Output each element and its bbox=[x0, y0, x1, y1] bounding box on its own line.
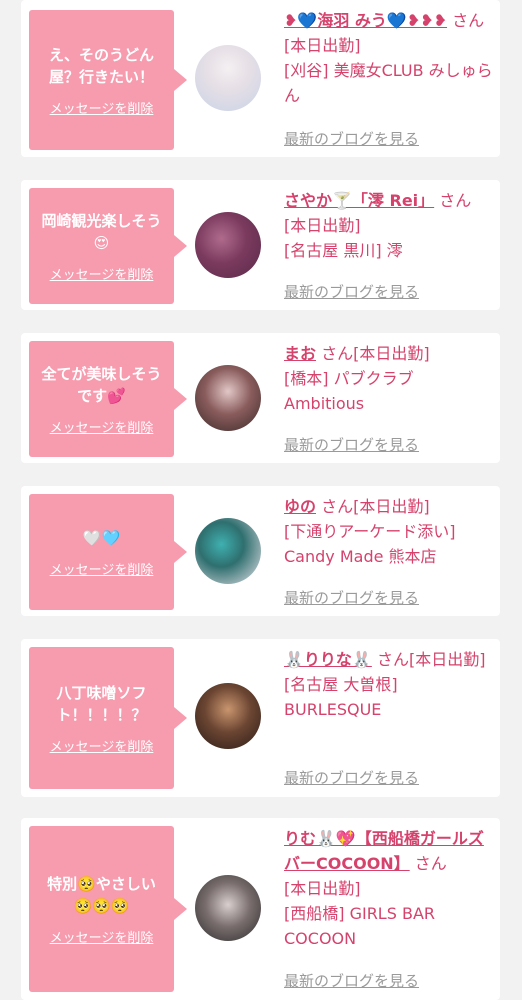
message-bubble: え、そのうどん屋？行きたい！ メッセージを削除 bbox=[29, 10, 187, 150]
list-item: え、そのうどん屋？行きたい！ メッセージを削除 ❥💙海羽 みう💙❥❥❥ さん [… bbox=[21, 0, 500, 157]
latest-blog-link[interactable]: 最新のブログを見る bbox=[284, 434, 419, 455]
work-status: [本日出勤] bbox=[284, 879, 361, 898]
avatar[interactable] bbox=[195, 875, 261, 941]
message-bubble: 岡崎観光楽しそう😍 メッセージを削除 bbox=[29, 188, 187, 304]
message-text: え、そのうどん屋？行きたい！ bbox=[48, 45, 154, 86]
delete-message-link[interactable]: メッセージを削除 bbox=[50, 736, 154, 755]
list-item: 全てが美味しそうです💕 メッセージを削除 まお さん[本日出勤] [橋本] パブ… bbox=[21, 333, 500, 463]
cast-info: まお さん[本日出勤] [橋本] パブクラブ Ambitious bbox=[284, 341, 496, 416]
cast-name-link[interactable]: まお bbox=[284, 344, 316, 363]
delete-message-link[interactable]: メッセージを削除 bbox=[50, 559, 154, 578]
cast-name-link[interactable]: ❥💙海羽 みう💙❥❥❥ bbox=[284, 11, 447, 30]
cast-info: りむ🐰💖【西船橋ガールズバーCOCOON】 さん [本日出勤] [西船橋] GI… bbox=[284, 826, 496, 951]
message-text: 岡崎観光楽しそう😍 bbox=[41, 211, 162, 252]
cast-name-link[interactable]: りむ🐰💖【西船橋ガールズバーCOCOON】 bbox=[284, 829, 484, 873]
latest-blog-link[interactable]: 最新のブログを見る bbox=[284, 767, 419, 788]
work-status: [本日出勤] bbox=[408, 650, 486, 669]
cast-info: ❥💙海羽 みう💙❥❥❥ さん [本日出勤] [刈谷] 美魔女CLUB みしゅらん bbox=[284, 8, 496, 108]
cast-name-link[interactable]: ゆの bbox=[284, 497, 316, 516]
cast-name-link[interactable]: さやか🍸「澪 Rei」 bbox=[284, 191, 434, 210]
latest-blog-link[interactable]: 最新のブログを見る bbox=[284, 970, 419, 991]
work-status: [本日出勤] bbox=[353, 344, 430, 363]
list-item: 特別🥺やさしい🥺🥺🥺 メッセージを削除 りむ🐰💖【西船橋ガールズバーCOCOON… bbox=[21, 818, 500, 1000]
cast-info: ゆの さん[本日出勤] [下通りアーケード添い] Candy Made 熊本店 bbox=[284, 494, 496, 569]
avatar[interactable] bbox=[195, 45, 261, 111]
list-item: 🤍🩵 メッセージを削除 ゆの さん[本日出勤] [下通りアーケード添い] Can… bbox=[21, 486, 500, 616]
avatar[interactable] bbox=[195, 518, 261, 584]
delete-message-link[interactable]: メッセージを削除 bbox=[50, 264, 154, 283]
avatar[interactable] bbox=[195, 365, 261, 431]
shop-name: [橋本] パブクラブ Ambitious bbox=[284, 369, 414, 413]
work-status: [本日出勤] bbox=[284, 216, 361, 235]
honorific: さん bbox=[414, 854, 447, 873]
message-bubble: 八丁味噌ソフト！！！！？ メッセージを削除 bbox=[29, 647, 187, 789]
work-status: [本日出勤] bbox=[353, 497, 430, 516]
message-text: 🤍🩵 bbox=[82, 528, 121, 547]
cast-name-link[interactable]: 🐰りりな🐰 bbox=[284, 650, 372, 669]
honorific: さん bbox=[376, 650, 409, 669]
honorific: さん bbox=[321, 344, 354, 363]
shop-name: [西船橋] GIRLS BAR COCOON bbox=[284, 904, 436, 948]
delete-message-link[interactable]: メッセージを削除 bbox=[50, 98, 154, 117]
honorific: さん bbox=[439, 191, 472, 210]
delete-message-link[interactable]: メッセージを削除 bbox=[50, 927, 154, 946]
message-text: 特別🥺やさしい🥺🥺🥺 bbox=[47, 874, 156, 915]
message-bubble: 🤍🩵 メッセージを削除 bbox=[29, 494, 187, 610]
work-status: [本日出勤] bbox=[284, 36, 361, 55]
latest-blog-link[interactable]: 最新のブログを見る bbox=[284, 281, 419, 302]
message-text: 八丁味噌ソフト！！！！？ bbox=[56, 683, 147, 724]
message-text: 全てが美味しそうです💕 bbox=[41, 364, 162, 405]
list-item: 岡崎観光楽しそう😍 メッセージを削除 さやか🍸「澪 Rei」 さん [本日出勤]… bbox=[21, 180, 500, 310]
avatar[interactable] bbox=[195, 683, 261, 749]
delete-message-link[interactable]: メッセージを削除 bbox=[50, 417, 154, 436]
shop-name: [刈谷] 美魔女CLUB みしゅらん bbox=[284, 61, 493, 105]
list-item: 八丁味噌ソフト！！！！？ メッセージを削除 🐰りりな🐰 さん[本日出勤] [名古… bbox=[21, 639, 500, 797]
shop-name: [名古屋 黒川] 澪 bbox=[284, 241, 403, 260]
latest-blog-link[interactable]: 最新のブログを見る bbox=[284, 587, 419, 608]
message-bubble: 特別🥺やさしい🥺🥺🥺 メッセージを削除 bbox=[29, 826, 187, 992]
avatar[interactable] bbox=[195, 212, 261, 278]
honorific: さん bbox=[452, 11, 485, 30]
latest-blog-link[interactable]: 最新のブログを見る bbox=[284, 128, 419, 149]
shop-name: [下通りアーケード添い] Candy Made 熊本店 bbox=[284, 522, 456, 566]
honorific: さん bbox=[321, 497, 354, 516]
cast-info: 🐰りりな🐰 さん[本日出勤] [名古屋 大曽根] BURLESQUE bbox=[284, 647, 496, 722]
message-bubble: 全てが美味しそうです💕 メッセージを削除 bbox=[29, 341, 187, 457]
shop-name: [名古屋 大曽根] BURLESQUE bbox=[284, 675, 398, 719]
cast-info: さやか🍸「澪 Rei」 さん [本日出勤] [名古屋 黒川] 澪 bbox=[284, 188, 496, 263]
